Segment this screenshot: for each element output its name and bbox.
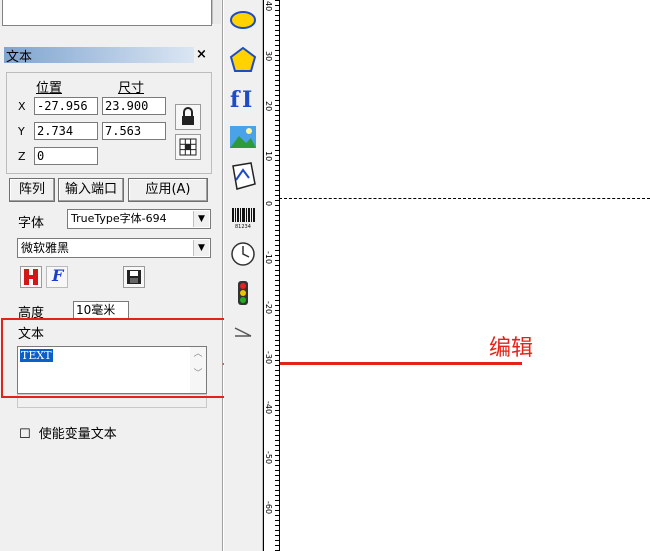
save-font-button[interactable] <box>123 266 145 288</box>
x-position-field[interactable]: -27.956 <box>34 97 98 115</box>
svg-text:I: I <box>242 87 252 112</box>
ruler-label: -60 <box>264 501 273 514</box>
font-f-icon: F <box>52 266 64 285</box>
y-position-field[interactable]: 2.734 <box>34 122 98 140</box>
z-label: Z <box>18 150 26 163</box>
x-label: X <box>18 100 26 113</box>
anchor-grid-button[interactable] <box>175 134 201 160</box>
highlight-box <box>1 318 235 398</box>
ruler-label: -50 <box>264 451 273 464</box>
z-position-field[interactable]: 0 <box>34 147 98 165</box>
font-settings-button[interactable]: F <box>46 266 68 288</box>
chevron-down-icon: ▼ <box>193 240 209 256</box>
anchor-grid-icon <box>179 138 197 156</box>
ruler-label: 40 <box>264 1 273 11</box>
clock-icon[interactable] <box>229 240 257 268</box>
size-label: 尺寸 <box>118 81 145 96</box>
vertical-ruler: 403020100-10-20-30-40-50-60-70 <box>263 0 280 551</box>
ruler-label: -40 <box>264 401 273 414</box>
checkbox-icon: ☐ <box>19 427 31 442</box>
ellipse-icon[interactable] <box>229 6 257 34</box>
ruler-label: -10 <box>264 251 273 264</box>
svg-text:f: f <box>230 87 241 112</box>
ruler-label: 10 <box>264 151 273 161</box>
width-field[interactable]: 23.900 <box>102 97 166 115</box>
annotation-label: 编辑 <box>489 336 534 361</box>
array-button[interactable]: 阵列 <box>9 178 55 202</box>
lock-ratio-button[interactable] <box>175 104 201 130</box>
panel-titlebar: 文本 <box>4 47 194 65</box>
panel-title: 文本 <box>6 50 33 65</box>
font-label: 字体 <box>18 216 45 231</box>
font-style-icon <box>24 269 38 285</box>
chevron-down-icon: ▼ <box>193 211 209 227</box>
lock-icon <box>182 107 194 125</box>
object-list[interactable] <box>2 0 212 26</box>
font-height-field[interactable]: 10毫米 <box>73 301 129 319</box>
variable-text-checkbox[interactable]: ☐ 使能变量文本 <box>19 423 117 442</box>
ruler-label: -30 <box>264 351 273 364</box>
position-label: 位置 <box>36 81 63 96</box>
font-name-select[interactable]: 微软雅黑 ▼ <box>17 238 211 258</box>
vector-file-icon[interactable] <box>229 162 257 190</box>
font-style-button[interactable] <box>20 266 42 288</box>
image-icon[interactable] <box>229 123 257 151</box>
save-icon <box>127 270 141 284</box>
y-label: Y <box>18 125 25 138</box>
close-icon[interactable]: × <box>196 47 207 62</box>
ruler-label: 20 <box>264 101 273 111</box>
ruler-label: 0 <box>264 201 273 206</box>
polygon-icon[interactable] <box>229 46 257 74</box>
ruler-label: -20 <box>264 301 273 314</box>
input-port-button[interactable]: 输入端口 <box>58 178 124 202</box>
object-list-scrollbar[interactable] <box>212 0 221 24</box>
barcode-icon[interactable]: 81234 <box>229 202 257 230</box>
canvas-guide-line <box>279 198 650 199</box>
dimension-tool-icon[interactable] <box>229 316 257 344</box>
ruler-label: 30 <box>264 51 273 61</box>
apply-button[interactable]: 应用(A) <box>128 178 208 202</box>
text-tool-icon[interactable]: f I <box>229 84 257 112</box>
height-size-field[interactable]: 7.563 <box>102 122 166 140</box>
font-name-value: 微软雅黑 <box>21 241 70 255</box>
variable-text-label: 使能变量文本 <box>38 427 117 442</box>
annotation-arrow <box>238 362 522 365</box>
font-type-value: TrueType字体-694 <box>71 212 167 225</box>
drawing-toolbar <box>224 0 263 551</box>
traffic-light-icon[interactable] <box>229 279 257 307</box>
font-type-select[interactable]: TrueType字体-694 ▼ <box>67 209 211 229</box>
svg-text:81234: 81234 <box>235 224 251 230</box>
